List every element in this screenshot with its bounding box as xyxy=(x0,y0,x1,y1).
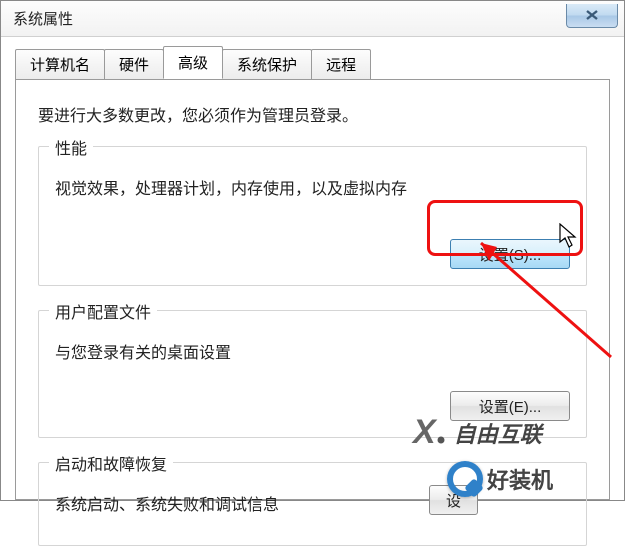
group-startup-legend: 启动和故障恢复 xyxy=(49,451,173,475)
system-properties-window: 系统属性 计算机名 硬件 高级 系统保护 远程 要进行大多数更改，您必须作为管理… xyxy=(0,0,625,501)
group-userprofile-desc: 与您登录有关的桌面设置 xyxy=(55,339,570,363)
tab-system-protection[interactable]: 系统保护 xyxy=(222,49,312,79)
group-performance: 性能 视觉效果，处理器计划，内存使用，以及虚拟内存 设置(S)... xyxy=(38,146,587,286)
group-startup-desc: 系统启动、系统失败和调试信息 xyxy=(55,491,570,515)
tab-remote[interactable]: 远程 xyxy=(311,49,371,79)
tab-computer-name[interactable]: 计算机名 xyxy=(15,49,105,79)
client-area: 计算机名 硬件 高级 系统保护 远程 要进行大多数更改，您必须作为管理员登录。 … xyxy=(1,37,624,500)
tab-page-advanced: 要进行大多数更改，您必须作为管理员登录。 性能 视觉效果，处理器计划，内存使用，… xyxy=(15,79,610,500)
group-userprofile: 用户配置文件 与您登录有关的桌面设置 设置(E)... xyxy=(38,310,587,438)
close-icon xyxy=(585,9,599,21)
startup-settings-button[interactable]: 设 xyxy=(429,485,478,515)
performance-settings-button[interactable]: 设置(S)... xyxy=(450,239,570,269)
group-performance-legend: 性能 xyxy=(49,135,93,159)
group-startup-recovery: 启动和故障恢复 系统启动、系统失败和调试信息 xyxy=(38,462,587,546)
userprofile-settings-button[interactable]: 设置(E)... xyxy=(450,391,570,421)
tab-hardware[interactable]: 硬件 xyxy=(104,49,164,79)
window-title: 系统属性 xyxy=(13,8,73,29)
group-userprofile-legend: 用户配置文件 xyxy=(49,299,157,323)
close-button[interactable] xyxy=(566,4,618,28)
admin-notice: 要进行大多数更改，您必须作为管理员登录。 xyxy=(38,102,587,126)
group-performance-desc: 视觉效果，处理器计划，内存使用，以及虚拟内存 xyxy=(55,175,570,199)
titlebar: 系统属性 xyxy=(1,1,624,37)
tab-advanced[interactable]: 高级 xyxy=(163,46,223,79)
tab-strip: 计算机名 硬件 高级 系统保护 远程 xyxy=(15,49,370,79)
